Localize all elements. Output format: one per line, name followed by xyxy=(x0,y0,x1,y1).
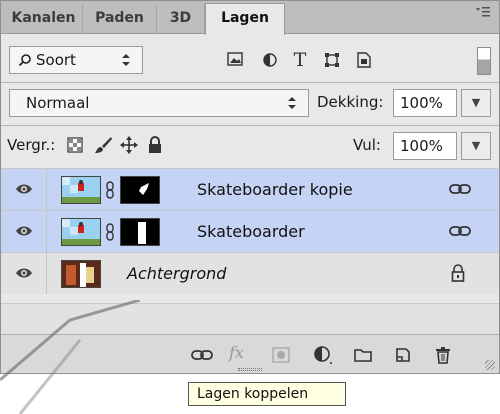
layer-link-icon xyxy=(449,184,471,194)
lock-all-icon[interactable] xyxy=(147,135,163,155)
layer-name[interactable]: Skateboarder xyxy=(197,211,305,252)
opacity-input[interactable]: 100% xyxy=(393,89,457,117)
tab-kanalen[interactable]: Kanalen xyxy=(5,4,83,33)
adjustment-layer-icon[interactable] xyxy=(313,345,333,365)
filter-kind-select[interactable]: Soort xyxy=(9,46,143,74)
watermark-stroke xyxy=(0,300,141,414)
lock-label: Vergr.: xyxy=(7,136,56,154)
layer-link-icon xyxy=(449,226,471,236)
image-filter-icon[interactable] xyxy=(226,52,244,68)
lock-image-icon[interactable] xyxy=(93,135,113,155)
layer-row[interactable]: Achtergrond xyxy=(1,252,499,294)
divider xyxy=(1,82,499,83)
visibility-toggle[interactable] xyxy=(1,169,47,210)
opacity-label: Dekking: xyxy=(317,93,384,111)
layer-thumbnail xyxy=(61,176,101,204)
layer-thumbnail xyxy=(61,218,101,246)
divider xyxy=(1,125,499,126)
add-mask-icon[interactable] xyxy=(271,345,291,365)
blend-mode-value: Normaal xyxy=(26,94,90,112)
layer-name[interactable]: Achtergrond xyxy=(127,253,226,294)
shape-filter-icon[interactable] xyxy=(323,51,341,69)
tab-3d[interactable]: 3D xyxy=(157,4,205,33)
lock-transparent-icon[interactable] xyxy=(67,137,83,153)
resize-handle[interactable] xyxy=(485,360,495,370)
eye-icon xyxy=(16,268,32,278)
tab-lagen[interactable]: Lagen xyxy=(205,3,285,35)
new-layer-icon[interactable] xyxy=(393,345,413,365)
adjustment-filter-icon[interactable] xyxy=(261,52,279,68)
type-filter-icon[interactable]: T xyxy=(291,47,309,73)
search-icon xyxy=(18,53,32,67)
blend-mode-select[interactable]: Normaal xyxy=(9,89,309,117)
layer-mask-thumbnail xyxy=(120,176,160,204)
updown-arrows-icon xyxy=(286,95,298,111)
filter-kind-label: Soort xyxy=(36,51,76,69)
panel-grip[interactable] xyxy=(238,368,262,371)
smart-object-filter-icon[interactable] xyxy=(355,51,373,69)
trash-icon[interactable] xyxy=(433,345,453,365)
panel-menu-icon[interactable] xyxy=(475,6,491,22)
layer-row[interactable]: Skateboarder xyxy=(1,210,499,252)
fill-input[interactable]: 100% xyxy=(393,132,457,160)
fill-value: 100% xyxy=(400,137,443,155)
visibility-toggle[interactable] xyxy=(1,211,47,252)
tooltip: Lagen koppelen xyxy=(188,382,346,406)
visibility-toggle[interactable] xyxy=(1,253,47,294)
updown-arrows-icon xyxy=(120,52,132,68)
mask-link-icon[interactable] xyxy=(104,222,116,242)
lock-position-icon[interactable] xyxy=(119,135,139,155)
fill-dropdown-button[interactable]: ▼ xyxy=(461,132,491,160)
layer-name[interactable]: Skateboarder kopie xyxy=(197,169,353,210)
fx-icon[interactable]: fx xyxy=(229,343,249,363)
filter-toggle-switch[interactable] xyxy=(477,47,491,75)
panel-tab-bar: Kanalen Paden 3D Lagen xyxy=(1,1,499,35)
layer-row[interactable]: Skateboarder kopie xyxy=(1,168,499,210)
mask-link-icon[interactable] xyxy=(104,180,116,200)
opacity-dropdown-button[interactable]: ▼ xyxy=(461,89,491,117)
layer-thumbnail xyxy=(61,260,101,288)
opacity-value: 100% xyxy=(400,94,443,112)
tab-paden[interactable]: Paden xyxy=(83,4,157,33)
fill-label: Vul: xyxy=(353,136,381,154)
eye-icon xyxy=(16,226,32,236)
layer-mask-thumbnail xyxy=(120,218,160,246)
folder-icon[interactable] xyxy=(353,345,373,365)
eye-icon xyxy=(16,184,32,194)
lock-icon xyxy=(451,264,465,282)
